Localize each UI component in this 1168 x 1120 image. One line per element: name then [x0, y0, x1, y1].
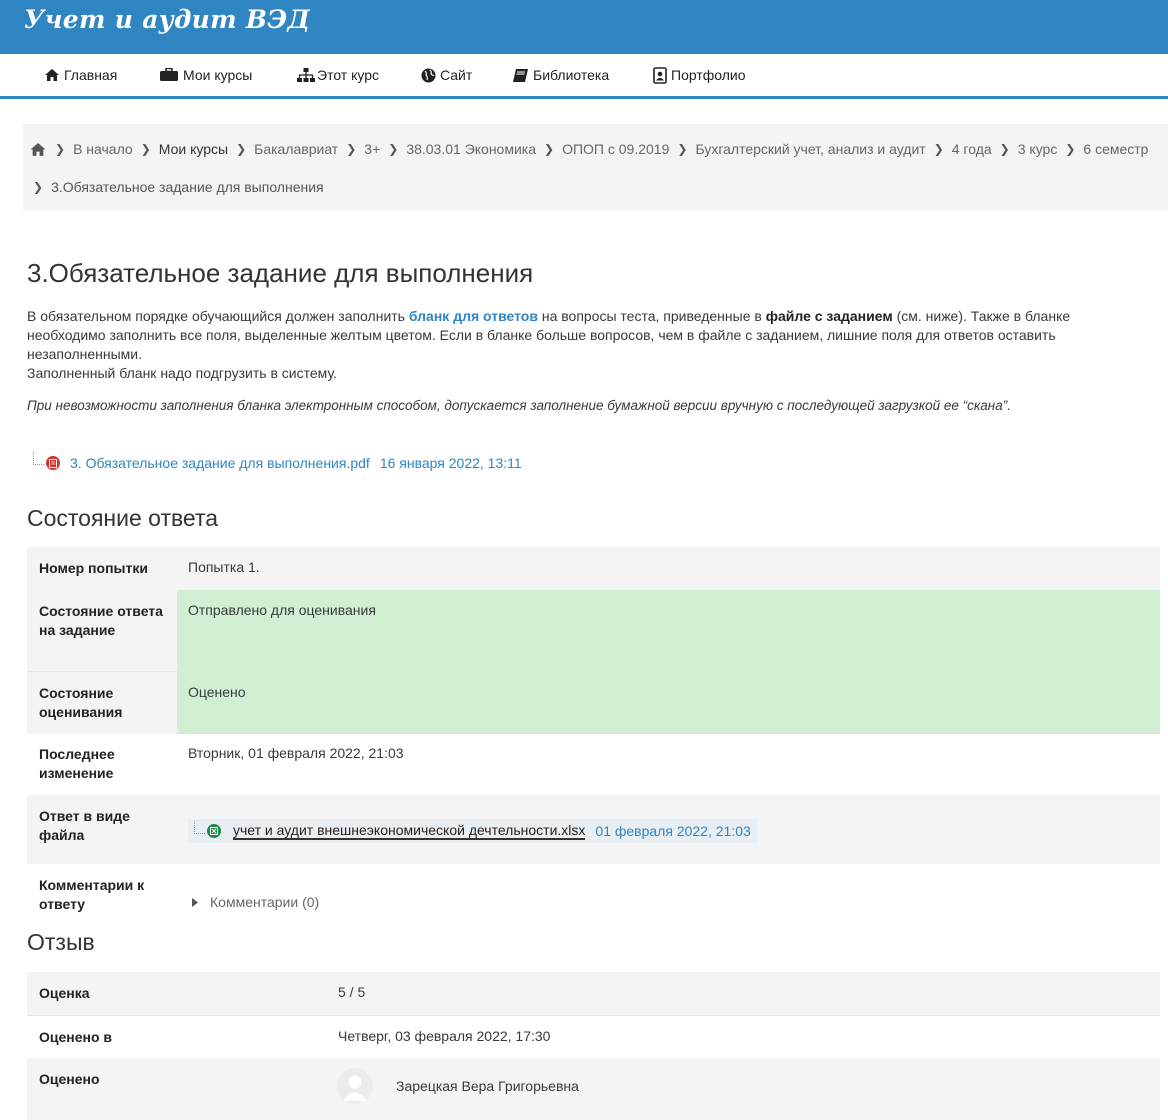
grade-label: Оценка — [27, 972, 327, 1015]
intro-text-2: на вопросы теста, приведенные в — [537, 308, 766, 324]
table-row: Ответ в виде файла учет и аудит внешнеэк… — [27, 795, 1160, 864]
intro-text-1: В обязательном порядке обучающийся долже… — [27, 308, 409, 324]
nav-my-courses[interactable]: Мои курсы — [159, 54, 252, 96]
chevron-right-icon: ❯ — [33, 180, 44, 194]
submitted-file-date: 01 февраля 2022, 21:03 — [595, 823, 751, 839]
graded-on-label: Оценено в — [39, 1029, 113, 1045]
chevron-right-icon: ❯ — [933, 142, 944, 156]
table-row: Номер попытки Попытка 1. — [27, 547, 1160, 590]
nav-site[interactable]: Сайт — [421, 54, 472, 96]
home-icon — [45, 69, 59, 81]
submission-status-label: Состояние ответа на задание — [27, 590, 177, 671]
breadcrumb-accounting[interactable]: Бухгалтерский учет, анализ и аудит — [695, 141, 925, 157]
page-title: 3.Обязательное задание для выполнения — [27, 258, 534, 288]
file-submission-cell: учет и аудит внешнеэкономической дечтель… — [177, 795, 1160, 864]
pdf-file-icon — [46, 456, 60, 470]
nav-portfolio-label: Портфолио — [671, 67, 746, 83]
sitemap-icon — [297, 68, 315, 82]
attempt-label: Номер попытки — [27, 547, 177, 590]
table-row: Последнее изменение Вторник, 01 февраля … — [27, 733, 1160, 795]
site-title[interactable]: Учет и аудит ВЭД — [24, 5, 310, 34]
breadcrumb-my-courses[interactable]: Мои курсы — [159, 141, 228, 157]
breadcrumb-bachelor[interactable]: Бакалавриат — [254, 141, 338, 157]
graded-on-value: Четверг, 03 февраля 2022, 17:30 — [338, 1028, 551, 1044]
submission-status-value: Отправлено для оценивания — [177, 590, 1160, 671]
table-row: Оценено Зарецкая Вера Григорьевна — [27, 1058, 1160, 1120]
spreadsheet-file-icon — [207, 824, 221, 838]
avatar[interactable] — [337, 1068, 373, 1104]
table-row: Комментарии к ответу Комментарии (0) — [27, 864, 1160, 926]
attempt-value: Попытка 1. — [188, 559, 260, 575]
submission-comments-cell: Комментарии (0) — [177, 864, 1160, 926]
nav-portfolio[interactable]: Портфолио — [653, 54, 746, 96]
table-row: Оценка 5 / 5 — [27, 972, 1160, 1015]
grader-name[interactable]: Зарецкая Вера Григорьевна — [396, 1078, 579, 1094]
chevron-right-icon: ❯ — [1065, 142, 1076, 156]
breadcrumb-4-years[interactable]: 4 года — [952, 141, 992, 157]
chevron-right-icon: ❯ — [999, 142, 1010, 156]
breadcrumb-6th-semester[interactable]: 6 семестр — [1083, 141, 1148, 157]
submitted-file: учет и аудит внешнеэкономической дечтель… — [188, 819, 757, 843]
tree-connector — [194, 820, 205, 834]
chevron-right-icon: ❯ — [140, 142, 151, 156]
nav-home[interactable]: Главная — [44, 54, 117, 96]
chevron-right-icon: ❯ — [236, 142, 247, 156]
globe-icon — [421, 68, 436, 82]
id-badge-icon — [653, 66, 667, 84]
breadcrumb-3plus[interactable]: 3+ — [364, 141, 380, 157]
assignment-note: При невозможности заполнения бланка элек… — [27, 398, 1011, 413]
breadcrumb-economics[interactable]: 38.03.01 Экономика — [406, 141, 536, 157]
intro-bold: файле с заданием — [765, 308, 893, 324]
book-icon — [513, 68, 528, 82]
grading-status-label: Состояние оценивания — [27, 672, 177, 734]
chevron-right-icon: ❯ — [388, 142, 399, 156]
chevron-right-icon: ❯ — [677, 142, 688, 156]
comments-label: Комментарии (0) — [210, 894, 320, 910]
assignment-file-link[interactable]: 3. Обязательное задание для выполнения.p… — [70, 455, 370, 471]
submitted-file-link[interactable]: учет и аудит внешнеэкономической дечтель… — [233, 822, 586, 840]
table-row: Состояние ответа на задание Отправлено д… — [27, 590, 1160, 671]
breadcrumb-3rd-year[interactable]: 3 курс — [1018, 141, 1058, 157]
nav-this-course-label: Этот курс — [317, 67, 380, 83]
assignment-attachment: 3. Обязательное задание для выполнения.p… — [33, 451, 522, 474]
nav-home-label: Главная — [64, 67, 118, 83]
breadcrumb-opop[interactable]: ОПОП с 09.2019 — [562, 141, 669, 157]
caret-right-icon — [192, 897, 198, 907]
breadcrumb-current[interactable]: 3.Обязательное задание для выполнения — [51, 179, 324, 195]
last-modified-label: Последнее изменение — [39, 746, 115, 781]
nav-library-label: Библиотека — [533, 67, 610, 83]
chevron-right-icon: ❯ — [346, 142, 357, 156]
table-row: Состояние оценивания Оценено — [27, 671, 1160, 734]
file-submission-label: Ответ в виде файла — [27, 795, 177, 864]
graded-by-label: Оценено — [27, 1058, 327, 1120]
main-navbar: Главная Мои курсы Этот курс Сайт Библиот… — [0, 54, 1168, 99]
comments-toggle[interactable]: Комментарии (0) — [192, 894, 319, 910]
nav-this-course[interactable]: Этот курс — [297, 54, 379, 96]
answer-form-link[interactable]: бланк для ответов — [409, 308, 538, 324]
nav-my-courses-label: Мои курсы — [183, 67, 253, 83]
tree-connector — [33, 451, 44, 465]
nav-library[interactable]: Библиотека — [512, 54, 609, 96]
graded-by-cell: Зарецкая Вера Григорьевна — [327, 1058, 1160, 1120]
briefcase-icon — [160, 68, 178, 81]
nav-site-label: Сайт — [440, 67, 473, 83]
grade-value: 5 / 5 — [338, 984, 366, 1000]
submission-status-title: Состояние ответа — [27, 505, 219, 531]
grading-status-value: Оценено — [177, 672, 1160, 734]
chevron-right-icon: ❯ — [544, 142, 555, 156]
last-modified-value: Вторник, 01 февраля 2022, 21:03 — [188, 745, 404, 761]
intro-text-4: Заполненный бланк надо подгрузить в сист… — [27, 365, 337, 381]
assignment-description: В обязательном порядке обучающийся долже… — [27, 307, 1152, 383]
top-header: Учет и аудит ВЭД — [0, 0, 1168, 54]
feedback-title: Отзыв — [27, 929, 95, 955]
home-icon[interactable] — [29, 142, 47, 157]
breadcrumb-home[interactable]: В начало — [73, 141, 133, 157]
submission-comments-label: Комментарии к ответу — [39, 877, 145, 912]
chevron-right-icon: ❯ — [55, 142, 66, 156]
breadcrumb: ❯ В начало ❯ Мои курсы ❯ Бакалавриат ❯ 3… — [23, 124, 1168, 210]
assignment-file-date: 16 января 2022, 13:11 — [379, 455, 522, 471]
table-row: Оценено в Четверг, 03 февраля 2022, 17:3… — [27, 1015, 1160, 1059]
